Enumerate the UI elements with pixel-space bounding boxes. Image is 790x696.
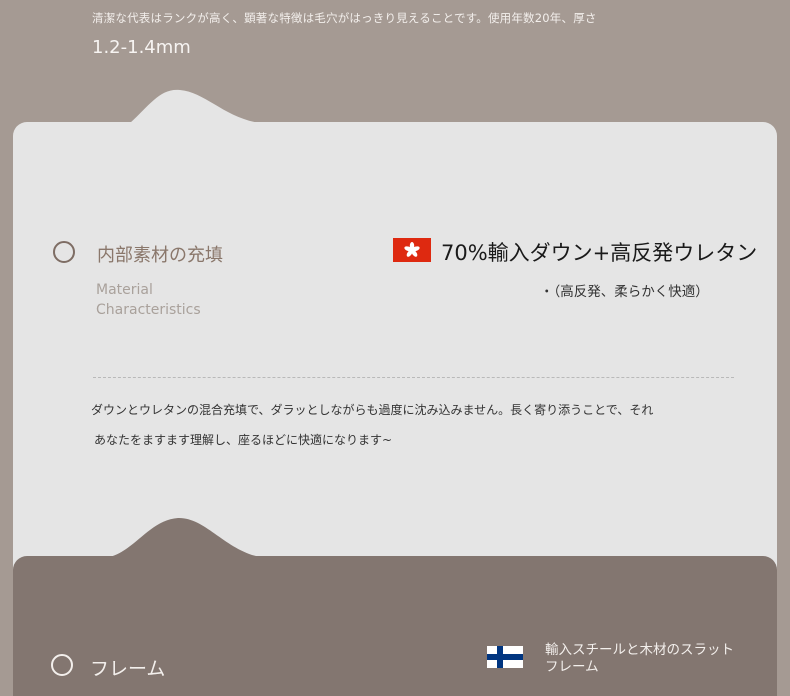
filling-title: 内部素材の充填: [97, 245, 223, 266]
frame-circle-icon: [51, 654, 73, 676]
filling-sub-text: ・（高反発、柔らかく快適）: [540, 284, 709, 300]
frame-title: フレーム: [90, 658, 166, 680]
filling-title-en-line1: Material: [96, 282, 153, 298]
frame-description: 輸入スチールと木材のスラットフレーム: [545, 642, 734, 675]
filling-title-en: Material Characteristics: [96, 280, 201, 320]
panel-bump: [130, 89, 260, 123]
filling-title-en-line2: Characteristics: [96, 302, 201, 318]
hong-kong-flag-icon: [393, 238, 431, 262]
filling-description-line1: ダウンとウレタンの混合充填で、ダラッとしながらも過度に沈み込みません。長く寄り添…: [91, 403, 654, 417]
filling-circle-icon: [53, 241, 75, 263]
filling-main-text: 70%輸入ダウン+高反発ウレタン: [441, 241, 758, 265]
divider: [93, 377, 734, 378]
filling-description-line2: あなたをますます理解し、座るほどに快適になります~: [94, 433, 393, 447]
finland-flag-icon: [487, 646, 523, 668]
